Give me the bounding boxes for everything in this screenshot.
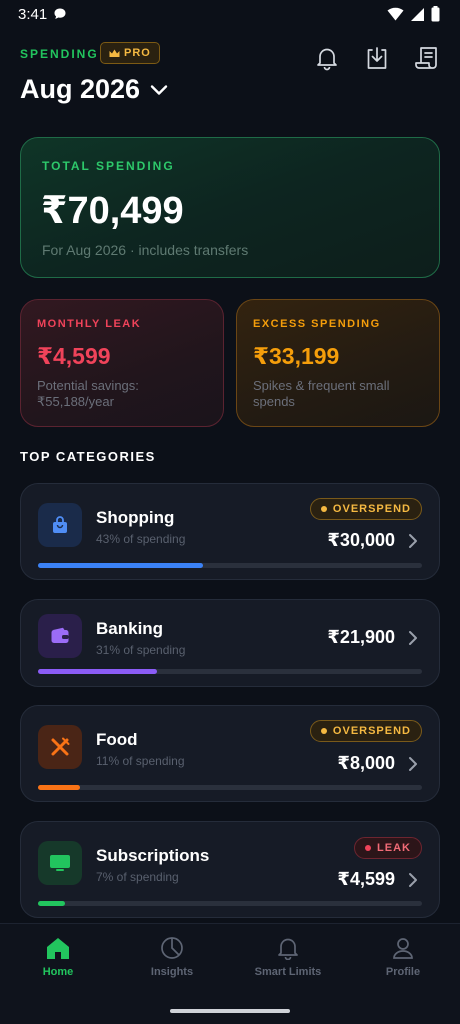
total-spending-subtitle: For Aug 2026 · includes transfers bbox=[42, 242, 249, 258]
badge-label: OVERSPEND bbox=[332, 503, 411, 515]
category-percent: 31% of spending bbox=[96, 643, 186, 657]
chevron-down-icon bbox=[150, 84, 168, 95]
nav-label: Insights bbox=[150, 966, 194, 978]
nav-insights[interactable]: Insights bbox=[122, 936, 222, 984]
cellular-signal-icon bbox=[411, 7, 424, 21]
excess-spending-label: EXCESS SPENDING bbox=[253, 318, 381, 330]
overspend-badge: OVERSPEND bbox=[309, 720, 422, 742]
status-bar: 3:41 bbox=[0, 0, 460, 28]
category-amount: ₹30,000 bbox=[327, 530, 395, 550]
receipt-icon[interactable] bbox=[414, 45, 440, 71]
status-time: 3:41 bbox=[18, 5, 48, 23]
overspend-badge: OVERSPEND bbox=[309, 498, 422, 520]
category-percent: 43% of spending bbox=[96, 532, 186, 546]
category-progress-track bbox=[38, 901, 422, 906]
bell-icon[interactable] bbox=[314, 45, 340, 71]
nav-smart-limits[interactable]: Smart Limits bbox=[238, 936, 338, 984]
nav-label: Profile bbox=[385, 966, 421, 978]
category-amount: ₹8,000 bbox=[337, 753, 395, 773]
category-name: Food bbox=[96, 730, 138, 749]
category-card-food[interactable]: Food 11% of spending OVERSPEND ₹8,000 bbox=[20, 705, 440, 802]
nav-profile[interactable]: Profile bbox=[353, 936, 453, 984]
category-progress-fill bbox=[38, 563, 204, 568]
total-spending-card[interactable]: TOTAL SPENDING ₹70,499 For Aug 2026 · in… bbox=[20, 137, 440, 278]
shopping-bag-icon bbox=[38, 503, 82, 547]
category-card-subscriptions[interactable]: Subscriptions 7% of spending LEAK ₹4,599 bbox=[20, 821, 440, 918]
nav-home[interactable]: Home bbox=[8, 936, 108, 984]
category-card-banking[interactable]: Banking 31% of spending ₹21,900 bbox=[20, 599, 440, 687]
top-categories-title: TOP CATEGORIES bbox=[20, 449, 156, 464]
category-percent: 11% of spending bbox=[96, 754, 185, 768]
category-amount: ₹21,900 bbox=[327, 627, 395, 647]
excess-spending-subtitle: Spikes & frequent small spends bbox=[253, 378, 390, 409]
badge-dot bbox=[320, 728, 327, 734]
monthly-leak-subtitle: Potential savings: ₹55,188/year bbox=[37, 378, 139, 409]
pro-badge-label: PRO bbox=[124, 47, 151, 59]
category-amount: ₹4,599 bbox=[337, 869, 395, 889]
chevron-right-icon[interactable] bbox=[407, 872, 419, 888]
category-progress-fill bbox=[38, 785, 81, 790]
category-progress-fill bbox=[38, 669, 158, 674]
section-label: SPENDING bbox=[20, 47, 99, 61]
bell-icon bbox=[278, 938, 298, 960]
utensils-icon bbox=[38, 725, 82, 769]
battery-icon bbox=[431, 6, 440, 22]
chevron-right-icon[interactable] bbox=[407, 630, 419, 646]
category-progress-track bbox=[38, 563, 422, 568]
badge-label: LEAK bbox=[377, 842, 411, 854]
category-progress-fill bbox=[38, 901, 65, 906]
chat-notification-icon bbox=[54, 8, 66, 19]
nav-label: Home bbox=[42, 966, 74, 978]
month-selector[interactable]: Aug 2026 bbox=[20, 74, 168, 105]
leak-badge: LEAK bbox=[354, 837, 422, 859]
excess-spending-value: ₹33,199 bbox=[253, 343, 340, 369]
user-icon bbox=[393, 938, 413, 959]
chevron-right-icon[interactable] bbox=[407, 756, 419, 772]
category-name: Banking bbox=[96, 619, 164, 638]
download-icon[interactable] bbox=[364, 45, 390, 71]
category-card-shopping[interactable]: Shopping 43% of spending OVERSPEND ₹30,0… bbox=[20, 483, 440, 580]
badge-dot bbox=[365, 845, 372, 851]
category-percent: 7% of spending bbox=[96, 870, 179, 884]
nav-label: Smart Limits bbox=[254, 966, 322, 978]
monthly-leak-value: ₹4,599 bbox=[37, 343, 111, 369]
category-name: Shopping bbox=[96, 508, 175, 527]
monthly-leak-label: MONTHLY LEAK bbox=[37, 318, 142, 330]
category-progress-track bbox=[38, 669, 422, 674]
badge-dot bbox=[320, 506, 327, 512]
category-name: Subscriptions bbox=[96, 846, 210, 865]
excess-spending-card[interactable]: EXCESS SPENDING ₹33,199 Spikes & frequen… bbox=[236, 299, 440, 427]
monthly-leak-card[interactable]: MONTHLY LEAK ₹4,599 Potential savings: ₹… bbox=[20, 299, 224, 427]
pro-badge[interactable]: PRO bbox=[100, 42, 160, 64]
tv-icon bbox=[38, 841, 82, 885]
home-icon bbox=[47, 938, 69, 959]
wifi-icon bbox=[387, 7, 404, 21]
total-spending-value: ₹70,499 bbox=[41, 190, 184, 232]
home-indicator bbox=[170, 1009, 290, 1013]
month-title: Aug 2026 bbox=[20, 74, 141, 104]
total-spending-label: TOTAL SPENDING bbox=[42, 159, 175, 173]
badge-label: OVERSPEND bbox=[332, 725, 411, 737]
pie-chart-icon bbox=[161, 937, 183, 959]
wallet-icon bbox=[38, 614, 82, 658]
category-progress-track bbox=[38, 785, 422, 790]
chevron-right-icon[interactable] bbox=[407, 533, 419, 549]
crown-icon bbox=[109, 49, 120, 57]
page-header: SPENDING PRO Aug 2026 bbox=[20, 40, 440, 110]
